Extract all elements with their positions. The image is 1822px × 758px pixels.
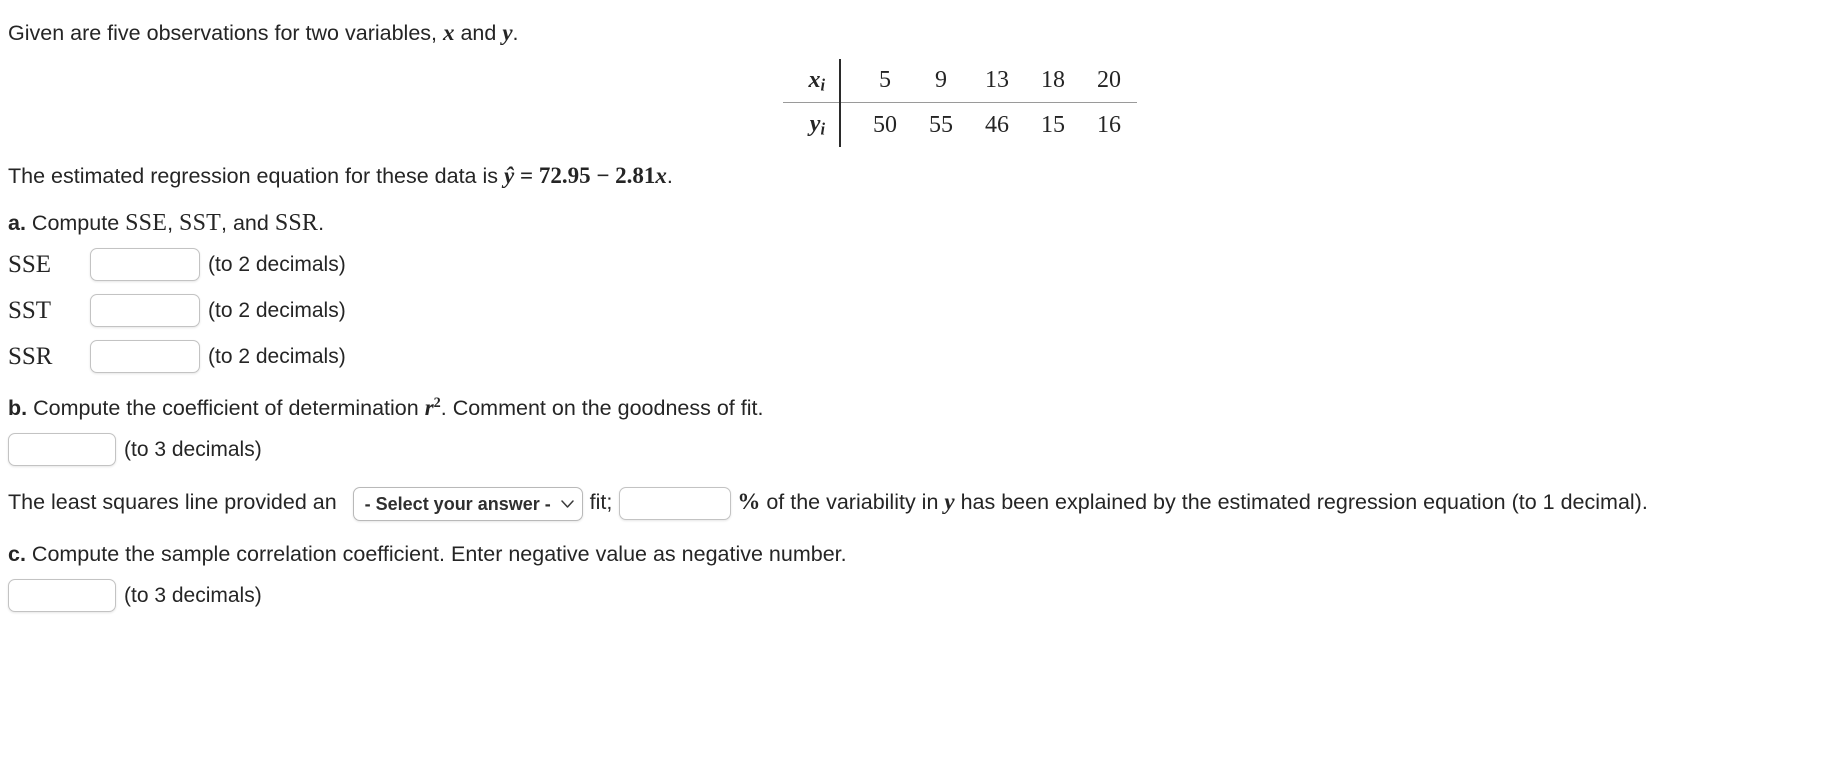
equation-text-before: The estimated regression equation for th… xyxy=(8,164,504,189)
part-c-letter: c. xyxy=(8,541,26,566)
cell-y-2: 55 xyxy=(929,112,953,139)
equation-slope: 2.81 xyxy=(615,163,656,189)
part-a-letter: a. xyxy=(8,210,26,235)
variability-text-1: The least squares line provided an xyxy=(8,490,343,515)
cell-y-1: 50 xyxy=(873,112,897,139)
answer-row-r-squared: (to 3 decimals) xyxy=(8,433,1822,467)
intro-sentence: Given are five observations for two vari… xyxy=(8,10,1822,45)
r-squared-hint: (to 3 decimals) xyxy=(124,438,262,462)
part-a-term-sse: SSE xyxy=(125,209,168,236)
part-b-exponent: 2 xyxy=(433,394,441,411)
row-label-x: xi xyxy=(783,58,841,104)
equation-intercept: 72.95 xyxy=(538,163,591,189)
equation-yhat: ŷ xyxy=(503,163,515,189)
ssr-hint: (to 2 decimals) xyxy=(208,344,346,368)
answer-row-ssr: SSR (to 2 decimals) xyxy=(8,339,1822,373)
variability-text-4: has been explained by the estimated regr… xyxy=(954,490,1648,515)
intro-text-before: Given are five observations for two vari… xyxy=(8,21,443,45)
part-a-heading: a. Compute SSE, SST, and SSR. xyxy=(8,211,1822,235)
equation-variable-x: x xyxy=(655,163,667,189)
intro-text-mid: and xyxy=(454,21,503,45)
intro-text-after: . xyxy=(512,21,519,45)
regression-equation-sentence: The estimated regression equation for th… xyxy=(8,164,1822,188)
variability-sentence: The least squares line provided an - Sel… xyxy=(8,484,1822,521)
ssr-input[interactable] xyxy=(90,339,200,373)
part-a-term-ssr: SSR xyxy=(274,209,319,236)
row-label-y: yi xyxy=(783,102,841,148)
part-a-period: . xyxy=(318,210,325,235)
part-a-term-sst: SST xyxy=(179,209,222,236)
sst-input[interactable] xyxy=(90,293,200,327)
label-sse: SSE xyxy=(8,250,52,278)
variability-text-2: fit; xyxy=(589,490,613,515)
answer-row-sst: SST (to 2 decimals) xyxy=(8,293,1822,327)
observations-table-wrapper: xi 5 9 13 18 20 yi 50 55 46 15 16 xyxy=(8,58,1822,148)
goodness-of-fit-select-wrapper: - Select your answer - xyxy=(349,486,587,521)
part-a-text: Compute xyxy=(25,210,126,235)
cell-x-5: 20 xyxy=(1081,58,1137,104)
intro-variable-y: y xyxy=(502,20,513,45)
cell-y-3: 46 xyxy=(985,112,1009,139)
sst-hint: (to 2 decimals) xyxy=(208,298,346,322)
label-ssr: SSR xyxy=(8,342,53,370)
percent-symbol: % xyxy=(737,489,761,515)
part-a-sep-2: , and xyxy=(221,210,275,235)
cell-x-2: 9 xyxy=(913,58,969,104)
sse-input[interactable] xyxy=(90,247,200,281)
table-row-x: xi 5 9 13 18 20 xyxy=(783,58,1137,104)
part-b-letter: b. xyxy=(8,395,28,420)
equation-operator: − xyxy=(590,163,616,189)
label-sst: SST xyxy=(8,296,52,324)
answer-row-correlation: (to 3 decimals) xyxy=(8,579,1822,613)
variability-variable-y: y xyxy=(944,489,955,515)
variability-text-3: of the variability in xyxy=(760,490,945,515)
part-c-heading: c. Compute the sample correlation coeffi… xyxy=(8,541,1822,566)
correlation-hint: (to 3 decimals) xyxy=(124,584,262,608)
sse-hint: (to 2 decimals) xyxy=(208,252,346,276)
part-b-symbol-r: r xyxy=(424,394,434,420)
cell-x-4: 18 xyxy=(1025,58,1081,104)
goodness-of-fit-select[interactable]: - Select your answer - xyxy=(352,486,583,521)
intro-variable-x: x xyxy=(442,20,455,45)
correlation-input[interactable] xyxy=(8,579,116,613)
part-c-text: Compute the sample correlation coefficie… xyxy=(25,541,847,566)
cell-x-3: 13 xyxy=(969,58,1025,104)
part-a-sep-1: , xyxy=(167,210,180,235)
cell-y-4: 15 xyxy=(1041,112,1065,139)
part-b-text-before: Compute the coefficient of determination xyxy=(27,395,425,420)
table-row-y: yi 50 55 46 15 16 xyxy=(783,102,1137,148)
cell-x-1: 5 xyxy=(840,58,913,104)
equation-period: . xyxy=(666,164,673,189)
observations-table: xi 5 9 13 18 20 yi 50 55 46 15 16 xyxy=(783,58,1137,148)
percent-variability-input[interactable] xyxy=(619,487,732,521)
answer-row-sse: SSE (to 2 decimals) xyxy=(8,247,1822,281)
part-b-text-after: . Comment on the goodness of fit. xyxy=(440,395,764,420)
part-b-heading: b. Compute the coefficient of determinat… xyxy=(8,396,1822,420)
r-squared-input[interactable] xyxy=(8,433,116,467)
problem-page: Given are five observations for two vari… xyxy=(0,0,1822,613)
cell-y-5: 16 xyxy=(1097,112,1121,139)
equation-equals: = xyxy=(514,163,539,189)
